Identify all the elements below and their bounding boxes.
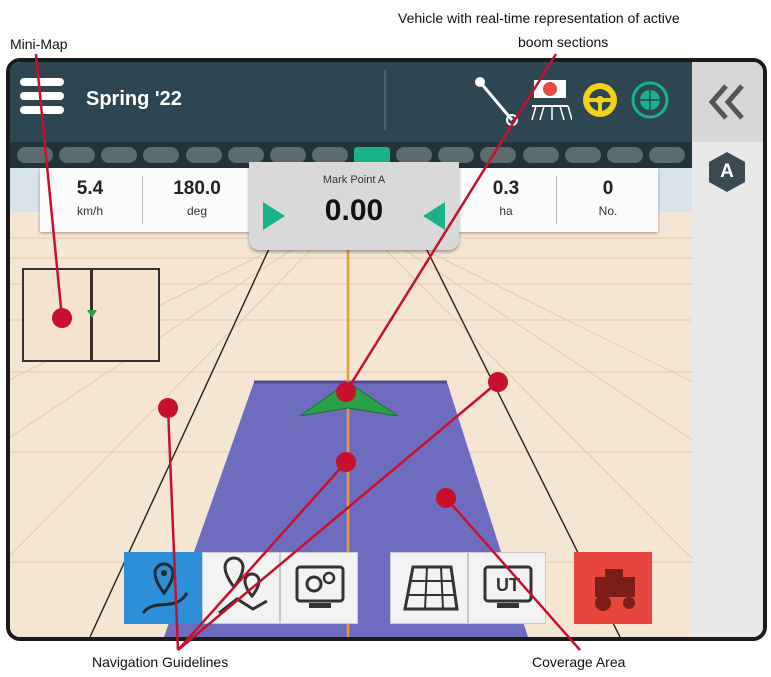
boom-section — [564, 147, 601, 163]
ut-terminal-icon: UT — [483, 565, 533, 608]
speed-unit: km/h — [76, 204, 103, 218]
double-chevron-left-icon — [708, 84, 744, 120]
system-settings-button[interactable] — [280, 552, 358, 624]
readout-separator — [142, 176, 143, 224]
area-value: 0.3 — [492, 178, 520, 199]
field-mapping-button[interactable] — [390, 552, 468, 624]
boom-section — [396, 147, 433, 163]
boom-section — [227, 147, 264, 163]
readout-bar-right: 0.3 ha 0 No. — [458, 168, 658, 232]
boom-section — [185, 147, 222, 163]
gnss-globe-icon[interactable] — [630, 80, 670, 120]
callout-coverage: Coverage Area — [532, 654, 626, 670]
callout-guidelines: Navigation Guidelines — [92, 654, 229, 670]
crosstrack-panel[interactable]: Mark Point A 0.00 — [249, 162, 459, 250]
boom-section — [522, 147, 559, 163]
boom-section — [59, 147, 96, 163]
heading-unit: deg — [186, 204, 208, 218]
marked-points-button[interactable] — [202, 552, 280, 624]
callout-vehicle-line2: boom sections — [518, 34, 609, 50]
guidance-marker-icon — [141, 562, 189, 615]
boom-section — [17, 147, 54, 163]
count-unit: No. — [598, 204, 618, 218]
guidance-mode-letter: A — [720, 161, 734, 182]
speed-readout[interactable]: 5.4 km/h — [40, 168, 140, 232]
boom-section — [480, 147, 517, 163]
count-value: 0 — [602, 178, 614, 199]
right-sidebar: A — [692, 62, 763, 637]
hamburger-menu-icon[interactable] — [20, 78, 64, 122]
boom-section — [101, 147, 138, 163]
guidance-marker-button[interactable] — [124, 552, 202, 624]
crosstrack-label: Mark Point A — [322, 174, 386, 186]
implement-status-icon[interactable] — [528, 72, 572, 128]
header-divider — [384, 70, 386, 130]
display-screen: Spring '22 5.4 km/h 180.0 deg 0.3 ha 0 N… — [6, 58, 767, 641]
heading-value: 180.0 — [173, 178, 221, 199]
count-readout[interactable]: 0 No. — [558, 168, 658, 232]
job-title: Spring '22 — [86, 88, 182, 110]
steering-wheel-icon[interactable] — [580, 80, 620, 120]
mini-map[interactable] — [22, 268, 160, 362]
boom-angle-icon[interactable] — [472, 74, 524, 130]
speed-value: 5.4 — [76, 178, 104, 199]
boom-section — [269, 147, 306, 163]
callout-minimap: Mini-Map — [10, 36, 68, 52]
boom-section — [311, 147, 348, 163]
mini-map-vehicle-icon — [87, 310, 97, 318]
area-unit: ha — [499, 204, 513, 218]
readout-bar-left: 5.4 km/h 180.0 deg — [40, 168, 250, 232]
boom-section — [606, 147, 643, 163]
boom-section — [648, 147, 685, 163]
marked-points-icon — [218, 556, 268, 615]
header-bar: Spring '22 — [10, 62, 692, 142]
area-readout[interactable]: 0.3 ha — [458, 168, 554, 232]
field-mapping-icon — [403, 565, 459, 611]
guidance-mode-a-button[interactable]: A — [709, 152, 745, 192]
boom-section — [143, 147, 180, 163]
steer-left-arrow-icon — [423, 202, 445, 230]
callout-vehicle-line1: Vehicle with real-time representation of… — [398, 10, 680, 26]
system-settings-icon — [295, 565, 345, 608]
collapse-sidebar-button[interactable] — [692, 62, 763, 142]
boom-section — [438, 147, 475, 163]
ut-terminal-button[interactable]: UT — [468, 552, 546, 624]
heading-readout[interactable]: 180.0 deg — [144, 168, 250, 232]
svg-text:UT: UT — [496, 575, 520, 595]
readout-separator — [556, 176, 557, 224]
boom-section-active — [354, 147, 391, 163]
tractor-implement-icon — [595, 569, 635, 611]
tractor-implement-button[interactable] — [574, 552, 652, 624]
